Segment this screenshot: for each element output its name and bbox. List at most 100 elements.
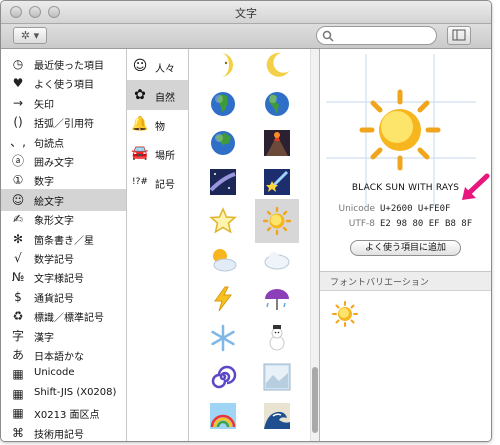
emoji-cell[interactable] — [201, 394, 245, 438]
emoji-cell[interactable] — [201, 160, 245, 204]
title-bar: 文字 — [1, 1, 491, 24]
bell-icon: 🔔 — [131, 116, 149, 132]
white-star-icon — [209, 207, 237, 234]
smiley-icon: ☺ — [132, 58, 148, 74]
flower-icon: ✿ — [134, 87, 146, 103]
numero-icon: № — [11, 270, 25, 285]
emoji-cell[interactable] — [201, 238, 245, 282]
character-detail: BLACK SUN WITH RAYS Unicode U+2600 U+FE0… — [320, 49, 491, 272]
emoji-cell[interactable] — [201, 82, 245, 126]
search-field[interactable] — [316, 26, 437, 45]
emoji-grid — [189, 49, 320, 441]
category-label: 技術用記号 — [34, 429, 84, 441]
cyclone-icon — [211, 365, 237, 389]
subcategory-label: 人々 — [155, 64, 175, 75]
heart-icon: ♥ — [12, 76, 24, 91]
grid-icon: ▦ — [12, 406, 24, 421]
last-quarter-moon-face-icon — [221, 53, 233, 77]
subcategory-item[interactable]: 🚘 場所 — [127, 138, 188, 168]
emoji-cell[interactable] — [255, 355, 299, 399]
subcategory-label: 物 — [155, 122, 165, 133]
volcano-icon — [264, 130, 290, 156]
category-label: 通貨記号 — [34, 293, 74, 305]
category-label: 句読点 — [34, 138, 64, 150]
earth-asia-icon — [211, 131, 235, 155]
kanji-icon: 字 — [11, 328, 24, 343]
search-icon — [322, 30, 334, 42]
command-icon: ⌘ — [12, 425, 24, 440]
category-item[interactable]: ⌘ 技術用記号 — [1, 422, 126, 441]
emoji-cell[interactable] — [255, 121, 299, 165]
category-label: 日本語かな — [34, 352, 84, 363]
umbrella-with-rain-icon — [265, 289, 289, 310]
window-view-icon — [452, 29, 466, 41]
category-label: 絵文字 — [34, 196, 64, 208]
category-label: 数字 — [34, 177, 54, 189]
asterisk-icon: ✻ — [12, 231, 24, 246]
category-label: 数学記号 — [34, 255, 74, 266]
action-menu-button[interactable]: ✲ ▾ — [13, 27, 47, 44]
rainbow-icon — [210, 403, 236, 429]
shooting-star-icon — [264, 169, 290, 195]
category-label: Unicode — [34, 367, 75, 379]
crescent-moon-icon — [266, 52, 289, 77]
add-to-favorites-button[interactable]: よく使う項目に追加 — [350, 240, 461, 256]
pictograph-icon: ✍ — [12, 212, 24, 227]
category-label: 箇条書き／星 — [34, 235, 94, 247]
category-label: 囲み文字 — [34, 158, 74, 169]
cloud-icon — [264, 252, 290, 270]
smiley-icon: ☺ — [11, 192, 25, 207]
unicode-label: Unicode — [338, 204, 376, 214]
subcategory-item[interactable]: ☺ 人々 — [127, 51, 188, 81]
view-toggle-button[interactable] — [447, 26, 471, 45]
subcategory-item[interactable]: 🔔 物 — [127, 109, 188, 139]
emoji-cell[interactable] — [255, 394, 299, 438]
emoji-cell[interactable] — [255, 199, 299, 243]
scroll-thumb[interactable] — [312, 367, 318, 433]
lightning-icon — [214, 286, 232, 312]
subcategory-item[interactable]: ✿ 自然 — [127, 80, 188, 110]
emoji-cell[interactable] — [201, 199, 245, 243]
category-label: 象形文字 — [34, 216, 74, 228]
symbols-icon: !?# — [132, 177, 148, 187]
car-icon: 🚘 — [131, 145, 149, 161]
grid-icon: ▦ — [12, 367, 24, 382]
punctuation-icon: 、, — [10, 134, 26, 149]
grid-scrollbar[interactable] — [310, 49, 319, 441]
sun-behind-cloud-icon — [213, 249, 237, 272]
emoji-cell[interactable] — [255, 316, 299, 360]
emoji-cell[interactable] — [201, 277, 245, 321]
emoji-cell[interactable] — [255, 82, 299, 126]
emoji-cell[interactable] — [201, 121, 245, 165]
black-sun-with-rays-icon — [359, 89, 441, 171]
earth-americas-icon — [265, 92, 289, 116]
category-label: 漢字 — [34, 332, 54, 344]
emoji-cell[interactable] — [255, 238, 299, 282]
utf8-value: E2 98 80 EF B8 8F — [380, 219, 473, 229]
enclosed-a-icon: ⓐ — [11, 154, 24, 168]
detail-panel: BLACK SUN WITH RAYS Unicode U+2600 U+FE0… — [320, 49, 491, 441]
clock-icon: ◷ — [12, 57, 24, 71]
milky-way-icon — [209, 169, 236, 195]
subcategory-item[interactable]: !?# 記号 — [127, 167, 188, 197]
character-viewer-window: 文字 ✲ ▾ ◷ 最近使った項目 ♥ よく使う項目 → 矢印 () 括弧／引用符、, 句読点 ⓐ 囲… — [0, 0, 492, 442]
category-label: X0213 面区点 — [34, 410, 100, 422]
dollar-icon: $ — [14, 289, 22, 304]
grid-icon: ▦ — [12, 386, 24, 401]
category-label: Shift-JIS (X0208) — [34, 386, 117, 398]
subcategory-label: 自然 — [155, 93, 175, 104]
utf8-label: UTF-8 — [348, 219, 375, 229]
sun-variation-icon[interactable] — [332, 301, 358, 327]
category-label: 括弧／引用符 — [34, 119, 94, 131]
category-list: ◷ 最近使った項目 ♥ よく使う項目 → 矢印 () 括弧／引用符、, 句読点 ⓐ 囲み文字 ① 数字 ☺… — [1, 49, 127, 441]
emoji-cell[interactable] — [201, 316, 245, 360]
snowman-icon — [269, 325, 285, 351]
emoji-cell[interactable] — [255, 277, 299, 321]
window-title: 文字 — [235, 7, 257, 20]
emoji-cell[interactable] — [201, 355, 245, 399]
emoji-cell[interactable] — [255, 160, 299, 204]
hiragana-icon: あ — [11, 348, 24, 362]
font-variation-header: フォントバリエーション — [320, 272, 491, 291]
snowflake-icon — [211, 324, 235, 352]
font-variation-list — [320, 291, 491, 441]
